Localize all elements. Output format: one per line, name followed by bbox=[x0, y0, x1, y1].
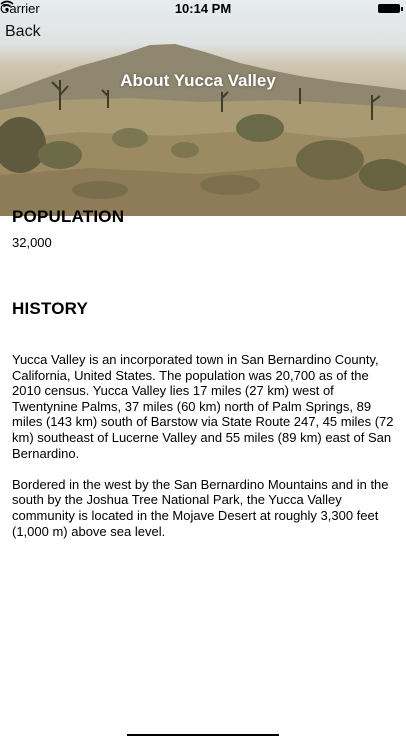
history-text: Yucca Valley is an incorporated town in … bbox=[12, 352, 396, 555]
history-label: HISTORY bbox=[12, 299, 89, 318]
population-label: POPULATION bbox=[12, 207, 125, 226]
history-paragraph: Bordered in the west by the San Bernardi… bbox=[12, 476, 389, 539]
header-desert-photo: Carrier 10:14 PM Back About Yucca Valley bbox=[0, 0, 406, 216]
battery-icon bbox=[378, 4, 403, 13]
status-time: 10:14 PM bbox=[174, 1, 232, 16]
page-title: About Yucca Valley bbox=[120, 71, 276, 90]
history-paragraph: Yucca Valley is an incorporated town in … bbox=[12, 352, 394, 461]
population-value: 32,000 bbox=[12, 235, 52, 250]
status-bar: Carrier 10:14 PM bbox=[0, 0, 406, 18]
back-button[interactable]: Back bbox=[5, 23, 41, 41]
desert-landscape-image bbox=[0, 44, 406, 216]
